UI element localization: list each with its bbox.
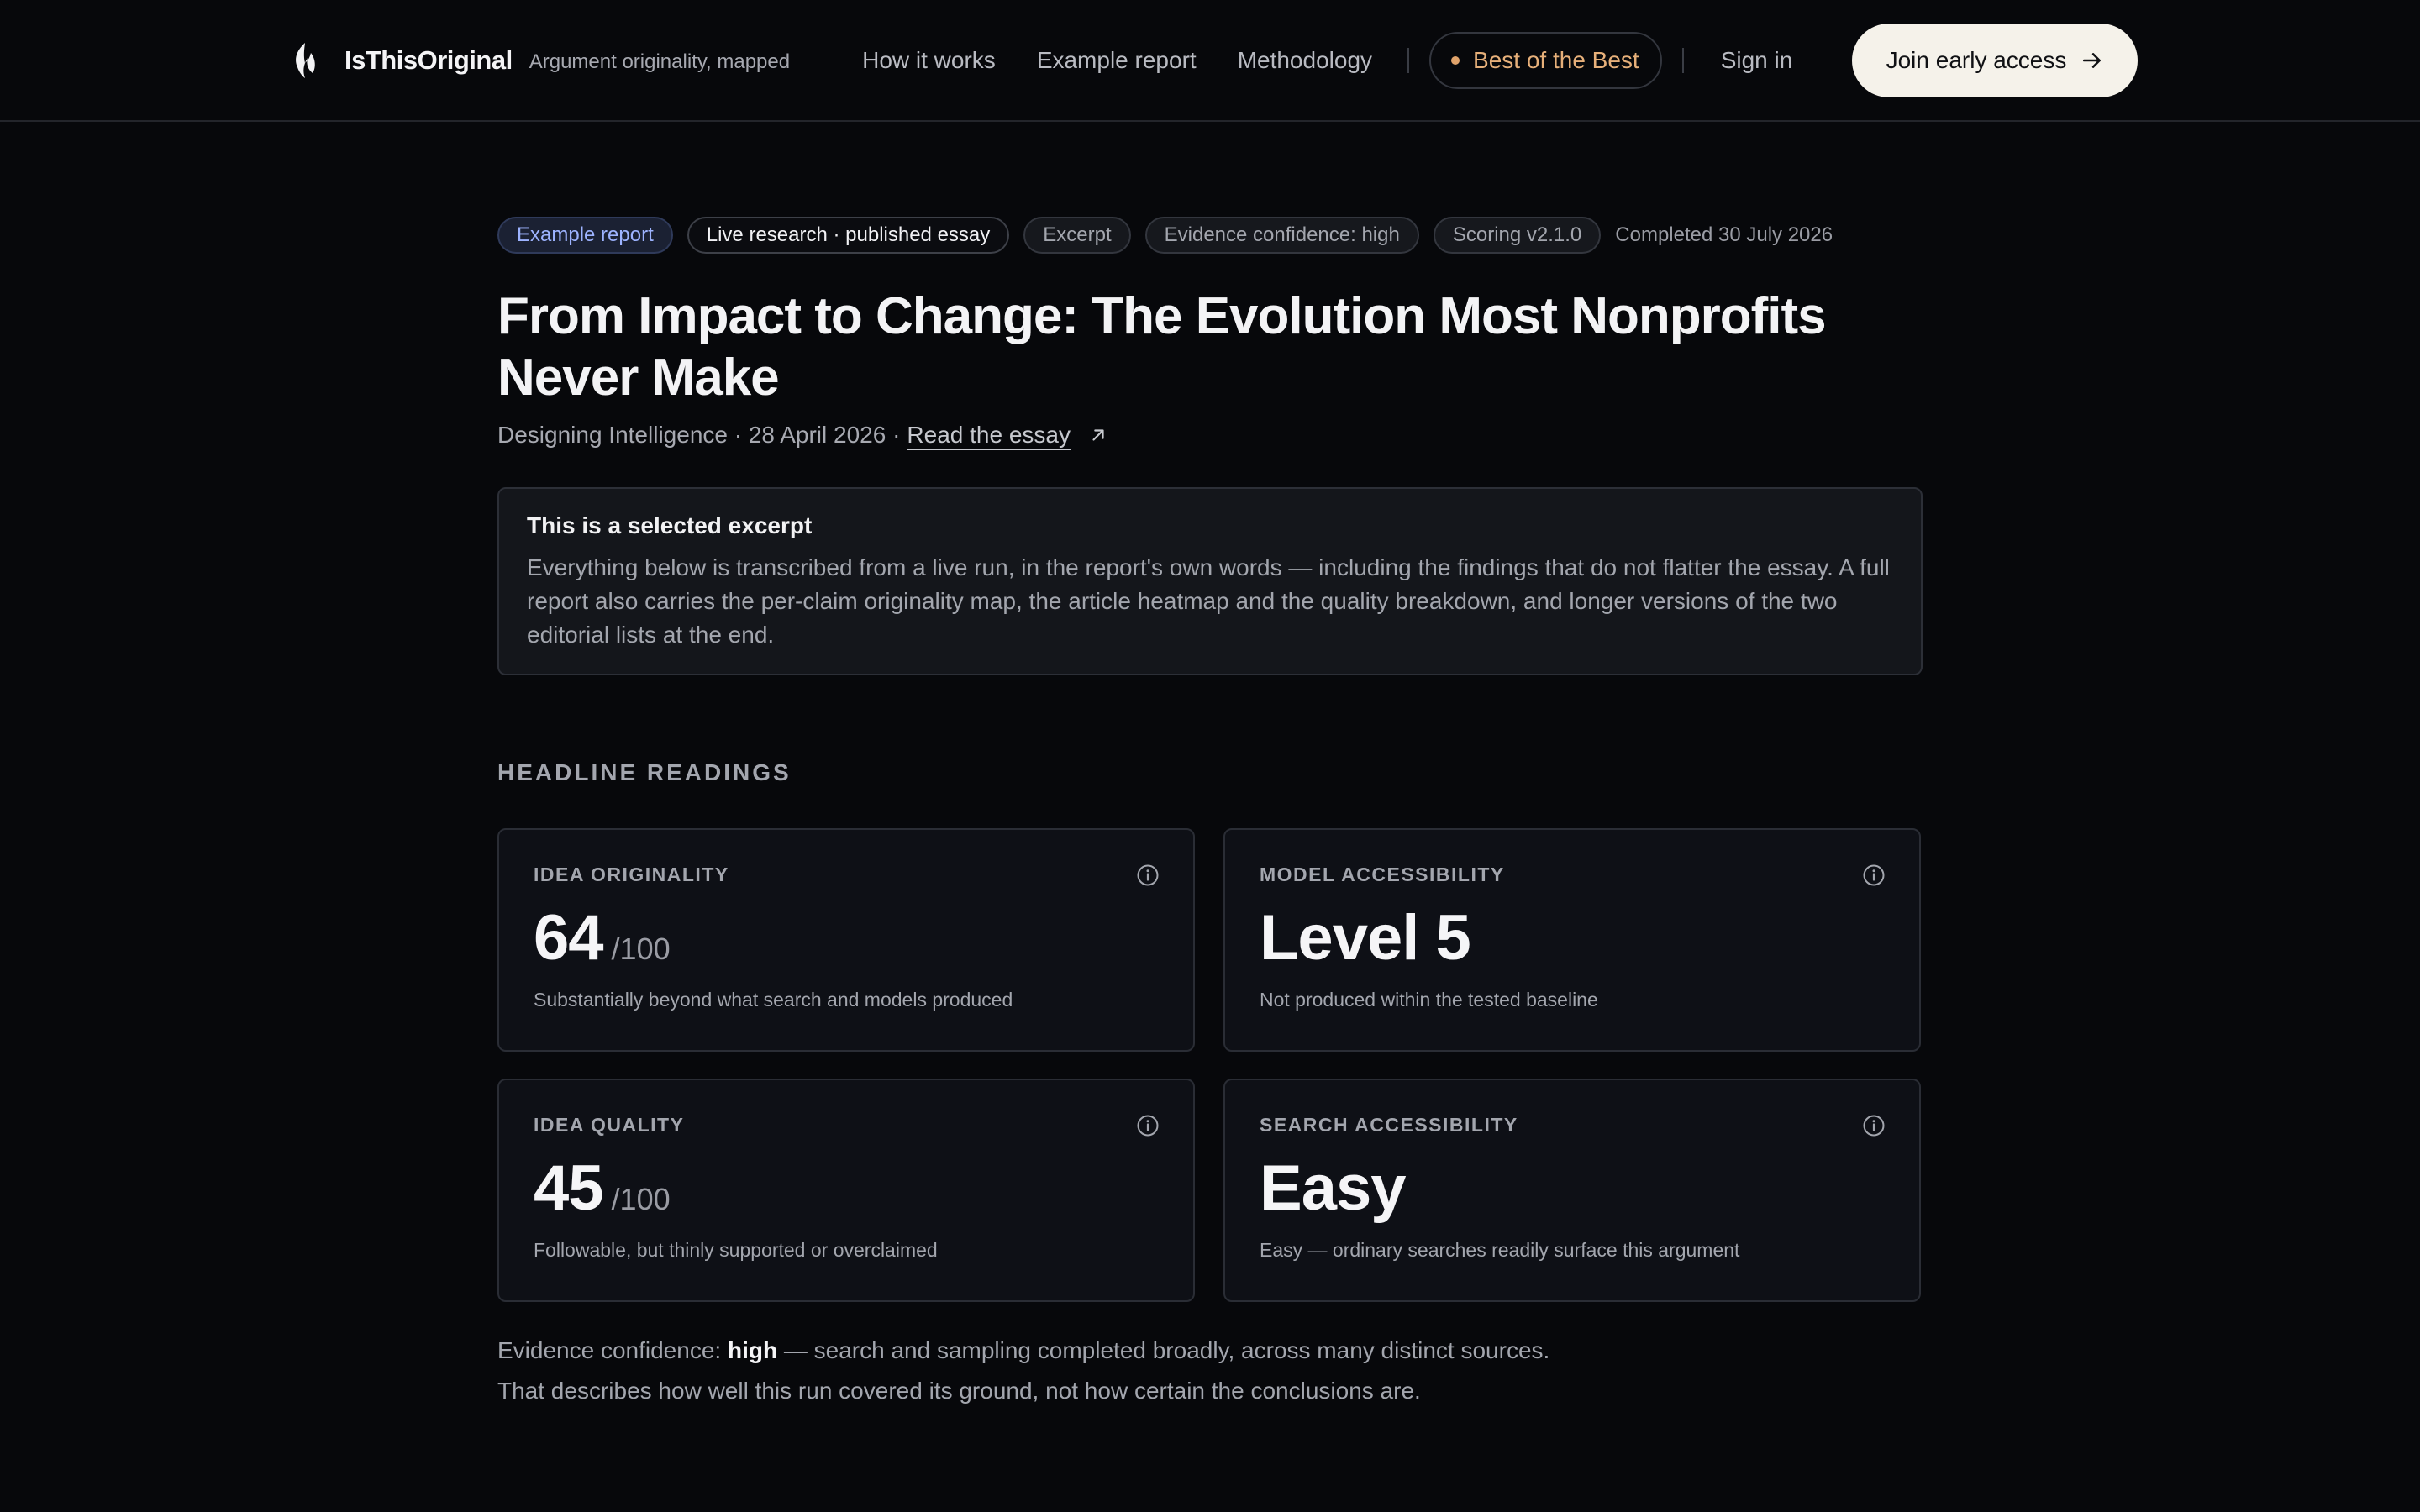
card-label: IDEA ORIGINALITY bbox=[534, 864, 729, 885]
brand-tagline: Argument originality, mapped bbox=[529, 50, 791, 73]
card-description: Easy — ordinary searches readily surface… bbox=[1260, 1239, 1740, 1261]
best-of-the-best-button[interactable]: Best of the Best bbox=[1429, 31, 1662, 89]
nav-link-example-report[interactable]: Example report bbox=[1037, 47, 1197, 74]
excerpt-body: Everything below is transcribed from a l… bbox=[527, 554, 1890, 648]
reading-card-idea-originality: IDEA ORIGINALITY 64 /100 Substantially b… bbox=[497, 828, 1195, 1052]
external-link-icon[interactable] bbox=[1089, 426, 1107, 444]
join-early-access-label: Join early access bbox=[1886, 47, 2067, 73]
score-denominator: /100 bbox=[611, 1182, 671, 1216]
tag-live-research: Live research · published essay bbox=[687, 217, 1010, 254]
card-value: Level 5 bbox=[1260, 905, 1885, 972]
reading-card-idea-quality: IDEA QUALITY 45 /100 Followable, but thi… bbox=[497, 1079, 1195, 1302]
card-description: Not produced within the tested baseline bbox=[1260, 989, 1598, 1011]
sign-in-link[interactable]: Sign in bbox=[1721, 47, 1793, 74]
nav-divider bbox=[1407, 47, 1410, 73]
top-nav: IsThisOriginal Argument originality, map… bbox=[0, 0, 2420, 122]
nav-divider bbox=[1681, 47, 1684, 73]
read-essay-link[interactable]: Read the essay bbox=[907, 422, 1071, 449]
info-icon[interactable] bbox=[1136, 864, 1160, 887]
tag-example-report: Example report bbox=[497, 217, 673, 254]
report-tags: Example report Live research · published… bbox=[497, 217, 1923, 254]
score-denominator: /100 bbox=[611, 932, 671, 966]
headline-readings-heading: HEADLINE READINGS bbox=[497, 759, 792, 785]
join-early-access-button[interactable]: Join early access bbox=[1852, 24, 2138, 97]
evidence-confidence-note: Evidence confidence: high — search and s… bbox=[497, 1331, 1565, 1411]
card-value: 64 /100 bbox=[534, 905, 1159, 972]
best-of-the-best-label: Best of the Best bbox=[1473, 46, 1639, 73]
completed-date: Completed 30 July 2026 bbox=[1615, 223, 1833, 246]
brand-name: IsThisOriginal bbox=[345, 45, 513, 75]
card-value: 45 /100 bbox=[534, 1155, 1159, 1222]
card-label: SEARCH ACCESSIBILITY bbox=[1260, 1114, 1518, 1136]
card-value: Easy bbox=[1260, 1155, 1885, 1222]
card-description: Substantially beyond what search and mod… bbox=[534, 989, 1013, 1011]
flame-logo-icon bbox=[296, 42, 315, 78]
reading-card-search-accessibility: SEARCH ACCESSIBILITY Easy Easy — ordinar… bbox=[1223, 1079, 1921, 1302]
readings-grid: IDEA ORIGINALITY 64 /100 Substantially b… bbox=[497, 828, 1923, 1302]
status-dot bbox=[1451, 55, 1460, 65]
report-meta: Designing Intelligence · 28 April 2026 ·… bbox=[497, 422, 1923, 449]
page-title: From Impact to Change: The Evolution Mos… bbox=[497, 287, 1827, 407]
excerpt-notice: This is a selected excerpt Everything be… bbox=[497, 487, 1923, 675]
score-value: 64 bbox=[534, 902, 604, 974]
confidence-prefix: Evidence confidence: bbox=[497, 1337, 722, 1363]
nav-link-methodology[interactable]: Methodology bbox=[1238, 47, 1372, 74]
tag-scoring-version: Scoring v2.1.0 bbox=[1433, 217, 1602, 254]
nav-links: How it works Example report Methodology … bbox=[862, 31, 1793, 89]
tag-excerpt: Excerpt bbox=[1023, 217, 1131, 254]
info-icon[interactable] bbox=[1136, 1114, 1160, 1137]
report-main: Example report Live research · published… bbox=[497, 217, 1923, 1411]
card-label: IDEA QUALITY bbox=[534, 1114, 685, 1136]
card-description: Followable, but thinly supported or over… bbox=[534, 1239, 938, 1261]
brand[interactable]: IsThisOriginal Argument originality, map… bbox=[291, 41, 790, 80]
info-icon[interactable] bbox=[1862, 1114, 1886, 1137]
info-icon[interactable] bbox=[1862, 864, 1886, 887]
arrow-right-icon bbox=[2083, 53, 2102, 68]
card-label: MODEL ACCESSIBILITY bbox=[1260, 864, 1505, 885]
excerpt-heading: This is a selected excerpt bbox=[527, 512, 813, 538]
score-value: Easy bbox=[1260, 1152, 1406, 1224]
score-value: Level 5 bbox=[1260, 902, 1471, 974]
tag-evidence-confidence: Evidence confidence: high bbox=[1144, 217, 1419, 254]
reading-card-model-accessibility: MODEL ACCESSIBILITY Level 5 Not produced… bbox=[1223, 828, 1921, 1052]
publication-info: Designing Intelligence · 28 April 2026 · bbox=[497, 422, 901, 448]
nav-link-how-it-works[interactable]: How it works bbox=[862, 47, 996, 74]
score-value: 45 bbox=[534, 1152, 604, 1224]
confidence-level: high bbox=[727, 1337, 778, 1363]
